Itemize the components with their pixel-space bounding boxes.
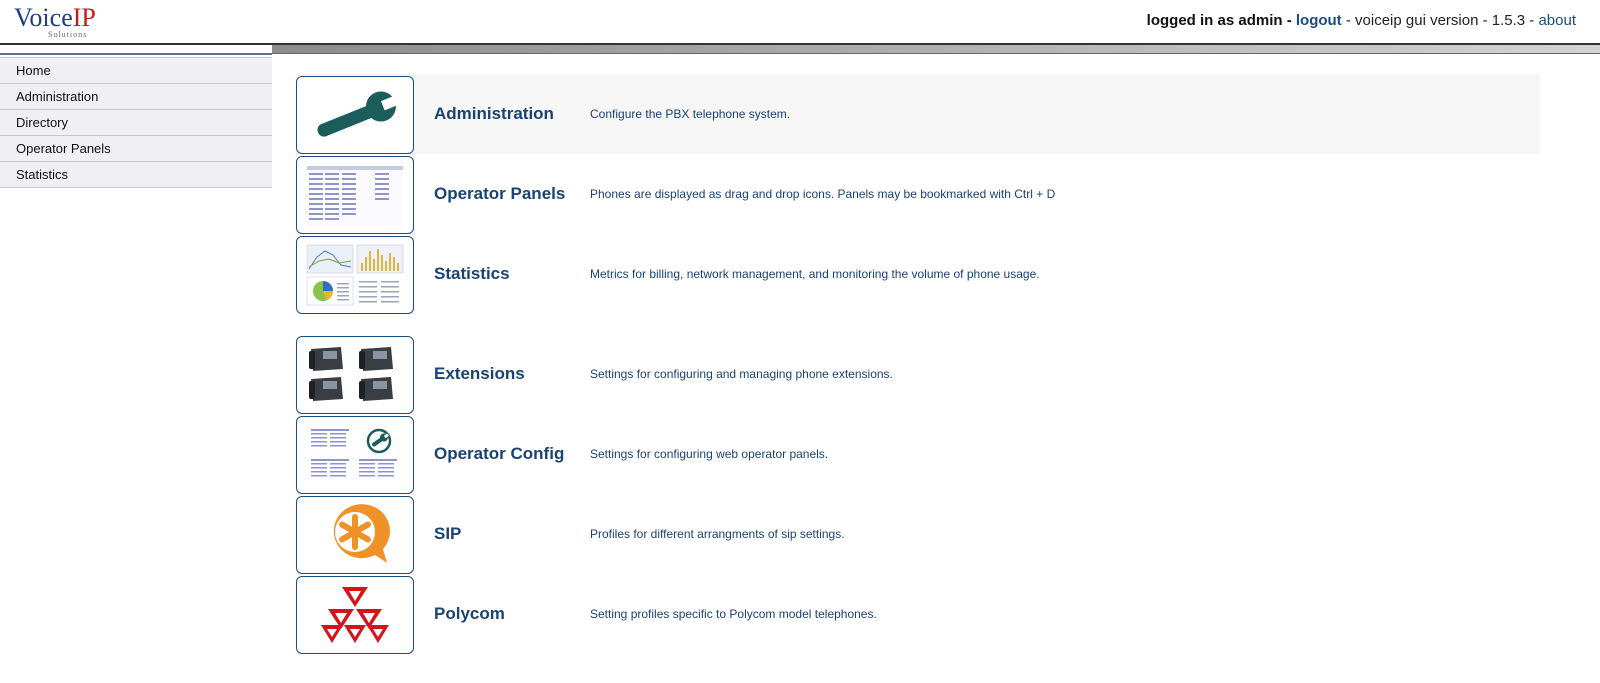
row-description-polycom: Setting profiles specific to Polycom mod…	[590, 607, 877, 621]
row-description-extensions: Settings for configuring and managing ph…	[590, 367, 893, 381]
row-title-operator-config[interactable]: Operator Config	[434, 414, 564, 494]
logo-voice-text: Voice	[14, 3, 73, 32]
gradient-bar-border	[272, 53, 1600, 54]
logged-in-text: logged in as admin -	[1146, 12, 1292, 29]
sidebar-item-operator-panels[interactable]: Operator Panels	[0, 136, 272, 162]
row-description-operator-panels: Phones are displayed as drag and drop ic…	[590, 187, 1056, 201]
row-description-operator-config: Settings for configuring web operator pa…	[590, 447, 829, 461]
operator-panels-thumbnail[interactable]	[296, 156, 414, 234]
desk-phones-icon[interactable]	[296, 336, 414, 414]
row-description-administration: Configure the PBX telephone system.	[590, 107, 791, 121]
sidebar-nav: Home Administration Directory Operator P…	[0, 57, 272, 188]
sidebar-item-administration[interactable]: Administration	[0, 84, 272, 110]
menu-row-extensions: Extensions Settings for configuring and …	[296, 334, 1540, 414]
menu-row-sip: SIP Profiles for different arrangments o…	[296, 494, 1540, 574]
menu-row-administration: Administration Configure the PBX telepho…	[296, 74, 1540, 154]
about-link[interactable]: about	[1538, 12, 1576, 29]
header: VoiceIP Solutions logged in as admin - l…	[0, 0, 1600, 44]
wrench-icon[interactable]	[296, 76, 414, 154]
row-title-operator-panels[interactable]: Operator Panels	[434, 154, 565, 234]
sidebar-item-home[interactable]: Home	[0, 57, 272, 84]
sidebar-item-directory[interactable]: Directory	[0, 110, 272, 136]
row-title-administration[interactable]: Administration	[434, 74, 554, 154]
logo-subtext: Solutions	[48, 30, 88, 39]
menu-row-statistics: Statistics Metrics for billing, network …	[296, 234, 1540, 314]
version-text: - voiceip gui version - 1.5.3 -	[1345, 12, 1535, 29]
sidebar-item-statistics[interactable]: Statistics	[0, 162, 272, 188]
gradient-bar	[272, 45, 1600, 53]
user-status-bar: logged in as admin - logout - voiceip gu…	[1147, 12, 1576, 29]
menu-row-operator-panels: Operator Panels Phones are displayed as …	[296, 154, 1540, 234]
statistics-thumbnail[interactable]	[296, 236, 414, 314]
operator-config-thumbnail[interactable]	[296, 416, 414, 494]
logout-link[interactable]: logout	[1296, 12, 1342, 29]
menu-row-operator-config: Operator Config Settings for configuring…	[296, 414, 1540, 494]
row-title-sip[interactable]: SIP	[434, 494, 461, 574]
row-description-statistics: Metrics for billing, network management,…	[590, 267, 1040, 281]
sidebar-top-border	[0, 53, 272, 55]
row-title-statistics[interactable]: Statistics	[434, 234, 510, 314]
polycom-logo-icon[interactable]	[296, 576, 414, 654]
asterisk-icon[interactable]	[296, 496, 414, 574]
menu-row-polycom: Polycom Setting profiles specific to Pol…	[296, 574, 1540, 654]
voiceip-logo[interactable]: VoiceIP Solutions	[14, 3, 109, 40]
row-title-polycom[interactable]: Polycom	[434, 574, 505, 654]
row-description-sip: Profiles for different arrangments of si…	[590, 527, 845, 541]
logo-ip-text: IP	[72, 3, 96, 32]
row-title-extensions[interactable]: Extensions	[434, 334, 525, 414]
